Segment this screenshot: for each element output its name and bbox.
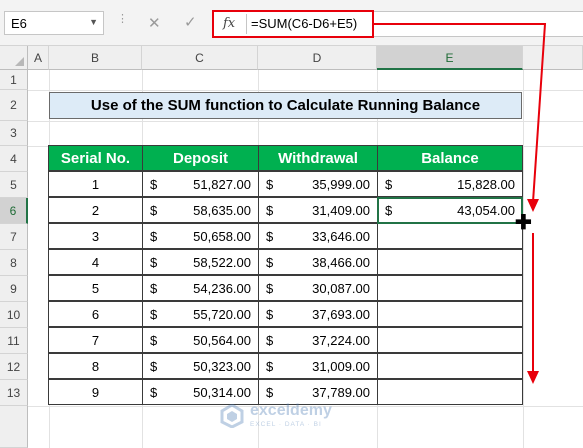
annotation-arrows xyxy=(374,23,547,384)
watermark-tagline: EXCEL · DATA · BI xyxy=(250,421,322,428)
exceldemy-watermark: exceldemy EXCEL · DATA · BI xyxy=(220,400,370,440)
arrowhead xyxy=(527,371,539,384)
watermark-name: exceldemy xyxy=(250,402,332,419)
arrowhead xyxy=(527,199,539,212)
arrow-formula-to-cell xyxy=(374,23,547,203)
exceldemy-logo-icon xyxy=(220,404,244,428)
